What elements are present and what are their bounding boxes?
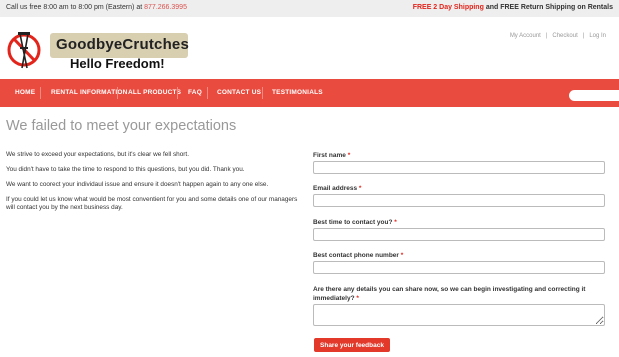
intro-paragraph: You didn't have to take the time to resp… [6, 166, 245, 173]
nav-divider [40, 87, 41, 99]
phone-label-text: Best contact phone number [313, 252, 399, 259]
phone-label: Best contact phone number * [313, 251, 613, 260]
intro-paragraph: We want to coorect your individaul issue… [6, 181, 269, 188]
nav-item-home[interactable]: Home [15, 89, 35, 96]
link-separator: | [545, 33, 548, 39]
email-field[interactable] [313, 194, 605, 207]
nav-item-contact-us[interactable]: Contact Us [217, 89, 261, 96]
email-label-text: Email address [313, 185, 358, 192]
first-name-field[interactable] [313, 161, 605, 174]
first-name-label: First name * [313, 151, 613, 160]
account-links: My Account | Checkout | Log In [510, 33, 606, 39]
nav-divider [177, 87, 178, 99]
nav-divider [262, 87, 263, 99]
required-mark: * [358, 185, 362, 192]
shipping-promo: FREE 2 Day Shipping and FREE Return Ship… [413, 4, 613, 11]
details-label: Are there any details you can share now,… [313, 285, 613, 303]
email-label: Email address * [313, 184, 613, 193]
intro-paragraph: If you could let us know what would be m… [6, 196, 298, 211]
login-link[interactable]: Log In [589, 33, 606, 39]
best-time-field[interactable] [313, 228, 605, 241]
required-mark: * [400, 252, 404, 259]
nav-divider [117, 87, 118, 99]
nav-item-faq[interactable]: FAQ [188, 89, 202, 96]
main-nav: Home Rental Information All Products FAQ… [0, 79, 619, 107]
no-crutches-logo-icon[interactable] [7, 28, 43, 72]
my-account-link[interactable]: My Account [510, 33, 541, 39]
phone-number[interactable]: 877.266.3995 [144, 4, 187, 11]
required-mark: * [394, 219, 397, 226]
required-mark: * [356, 295, 359, 302]
details-label-text: Are there any details you can share now,… [313, 286, 586, 302]
nav-divider [207, 87, 208, 99]
phone-field[interactable] [313, 261, 605, 274]
top-bar: Call us free 8:00 am to 8:00 pm (Eastern… [0, 0, 619, 17]
promo-highlight: FREE 2 Day Shipping [412, 4, 484, 11]
share-feedback-button[interactable]: Share your feedback [314, 338, 390, 352]
nav-item-all-products[interactable]: All Products [128, 89, 181, 96]
call-info: Call us free 8:00 am to 8:00 pm (Eastern… [6, 4, 187, 11]
best-time-label-text: Best time to contact you? [313, 219, 393, 226]
page-title: We failed to meet your expectations [6, 118, 237, 134]
best-time-label: Best time to contact you? * [313, 218, 613, 227]
nav-item-testimonials[interactable]: Testimonials [272, 89, 323, 96]
first-name-label-text: First name [313, 152, 346, 159]
promo-text: and FREE Return Shipping on Rentals [485, 4, 613, 11]
details-textarea[interactable] [313, 304, 605, 326]
logo-tagline: Hello Freedom! [70, 56, 165, 71]
call-text: Call us free 8:00 am to 8:00 pm (Eastern… [6, 4, 143, 11]
logo-title[interactable]: GoodbyeCrutches [56, 36, 189, 53]
search-input[interactable] [569, 90, 619, 101]
checkout-link[interactable]: Checkout [552, 33, 577, 39]
link-separator: | [582, 33, 585, 39]
intro-paragraph: We strive to exceed your expectations, b… [6, 151, 189, 158]
required-mark: * [347, 152, 351, 159]
